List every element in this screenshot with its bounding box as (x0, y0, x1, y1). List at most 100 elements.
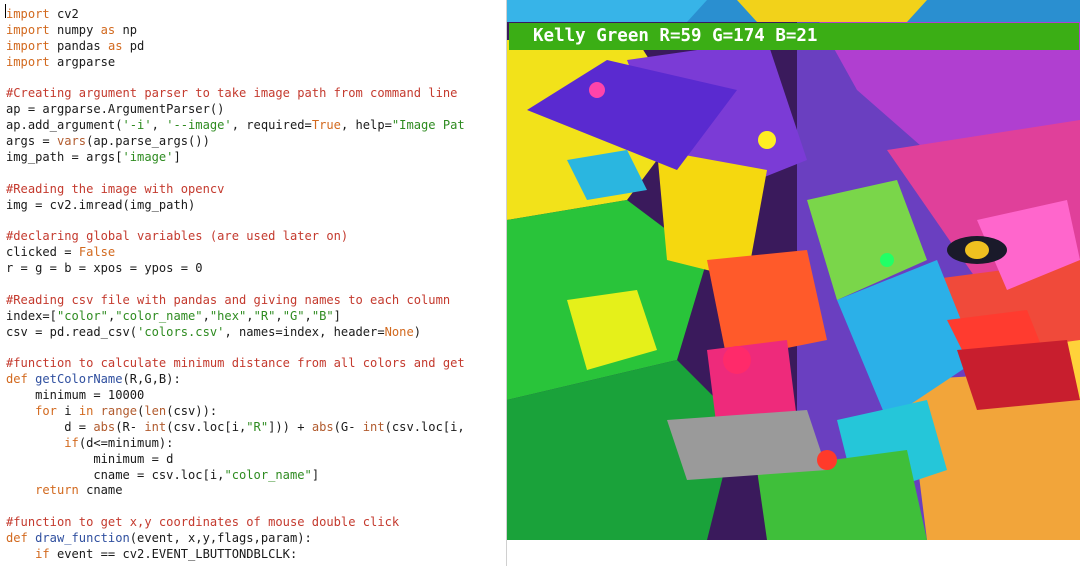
code-token: "hex" (209, 308, 247, 323)
code-line[interactable]: import argparse (6, 54, 115, 70)
code-line[interactable]: cname = csv.loc[i,"color_name"] (6, 467, 319, 483)
code-token: "B" (311, 308, 334, 323)
code-line[interactable]: img = cv2.imread(img_path) (6, 197, 195, 213)
code-token: abs (311, 419, 334, 434)
code-line[interactable]: #function to get x,y coordinates of mous… (6, 514, 399, 530)
code-token: clicked = (6, 245, 79, 260)
code-token: np (115, 22, 138, 37)
code-line[interactable]: #Reading the image with opencv (6, 181, 224, 197)
code-token: as (100, 22, 116, 37)
code-token: True (311, 118, 341, 133)
code-token: numpy (49, 22, 101, 37)
code-line[interactable]: d = abs(R- int(csv.loc[i,"R"])) + abs(G-… (6, 419, 465, 435)
code-token: ] (333, 308, 341, 323)
code-token: len (144, 404, 167, 418)
code-token: as (107, 38, 123, 53)
code-token: #Reading csv file with pandas and giving… (6, 292, 451, 307)
code-line[interactable]: index=["color","color_name","hex","R","G… (6, 308, 341, 324)
code-line[interactable]: ap.add_argument('-i', '--image', require… (6, 117, 465, 133)
code-token: event == cv2.EVENT_LBUTTONDBLCLK: (49, 546, 298, 561)
code-token: return (35, 483, 79, 498)
code-line[interactable]: r = g = b = xpos = ypos = 0 (6, 260, 203, 276)
pop-art-lion-image (507, 0, 1080, 540)
code-token: , (246, 308, 254, 323)
code-token: def (6, 531, 28, 546)
code-token: #function to get x,y coordinates of mous… (6, 515, 400, 530)
code-token: , required= (231, 118, 312, 133)
code-token: ] (173, 149, 181, 164)
code-token: (d<=minimum): (78, 435, 174, 450)
code-line[interactable]: clicked = False (6, 244, 115, 260)
code-token: pd (122, 38, 145, 53)
code-token: '-i' (122, 118, 152, 133)
code-line[interactable]: img_path = args['image'] (6, 149, 181, 165)
code-token: getColorName (35, 372, 123, 387)
code-token: import (6, 54, 50, 69)
color-info-banner: Kelly Green R=59 G=174 B=21 (509, 23, 1079, 50)
code-token: cname = csv.loc[i, (6, 467, 225, 482)
color-info-text: Kelly Green R=59 G=174 B=21 (533, 26, 818, 46)
code-line[interactable]: import cv2 (6, 6, 79, 22)
code-token: ap = argparse.ArgumentParser() (6, 102, 225, 117)
code-token: (R- (115, 419, 145, 434)
code-token: "G" (282, 308, 305, 323)
code-token: import (6, 22, 50, 37)
code-token: (csv)): (166, 404, 218, 418)
code-token: (ap.parse_args()) (86, 134, 210, 149)
code-line[interactable]: if event == cv2.EVENT_LBUTTONDBLCLK: (6, 546, 297, 562)
code-token: r = g = b = xpos = ypos = 0 (6, 261, 203, 276)
code-line[interactable]: args = vars(ap.parse_args()) (6, 133, 210, 149)
code-token: in (78, 404, 94, 418)
code-token: False (78, 245, 116, 260)
code-line[interactable]: import numpy as np (6, 22, 137, 38)
code-line[interactable]: minimum = d (6, 451, 173, 467)
code-line[interactable]: minimum = 10000 (6, 387, 144, 403)
code-token: minimum = d (6, 451, 174, 466)
code-line[interactable]: def draw_function(event, x,y,flags,param… (6, 530, 312, 546)
code-token: (G- (333, 419, 363, 434)
code-token: ap.add_argument( (6, 118, 123, 133)
code-token: pandas (49, 38, 108, 53)
code-token: , (151, 118, 167, 133)
code-token: (event, x,y,flags,param): (129, 531, 312, 546)
code-token: argparse (49, 54, 116, 69)
code-token: , names=index, header= (224, 324, 385, 339)
code-token: '--image' (166, 118, 232, 133)
code-token: import (6, 7, 50, 21)
code-line[interactable]: csv = pd.read_csv('colors.csv', names=in… (6, 324, 421, 340)
code-token: cv2 (49, 7, 79, 21)
code-token: , (275, 308, 283, 323)
code-line[interactable]: #function to calculate minimum distance … (6, 355, 465, 371)
code-token: ] (311, 467, 320, 482)
code-token: "Image Pat (391, 118, 465, 133)
code-token: 'colors.csv' (137, 324, 225, 339)
code-line[interactable]: if(d<=minimum): (6, 435, 173, 451)
code-token: 'image' (122, 149, 174, 164)
code-token: "color_name" (224, 467, 312, 482)
code-token: abs (93, 419, 116, 434)
code-line[interactable]: ap = argparse.ArgumentParser() (6, 101, 224, 117)
code-token: #declaring global variables (are used la… (6, 229, 349, 244)
code-line[interactable]: #Creating argument parser to take image … (6, 85, 457, 101)
code-token: range (100, 404, 138, 418)
code-token: int (362, 419, 385, 434)
code-token: , (304, 308, 312, 323)
code-token: "color" (56, 308, 108, 323)
code-token: img = cv2.imread(img_path) (6, 197, 196, 212)
code-line[interactable]: #declaring global variables (are used la… (6, 228, 348, 244)
code-token: cname (78, 483, 123, 498)
code-line[interactable]: #Reading csv file with pandas and giving… (6, 292, 450, 308)
image-viewer[interactable] (507, 0, 1080, 540)
code-line[interactable]: def getColorName(R,G,B): (6, 371, 181, 387)
code-editor[interactable]: import cv2 import numpy as np import panda… (0, 0, 507, 566)
code-line[interactable]: import pandas as pd (6, 38, 144, 54)
code-token: if (35, 546, 50, 561)
code-token: , help= (340, 118, 392, 133)
code-token: (csv.loc[i, (384, 419, 465, 434)
code-line[interactable]: return cname (6, 482, 123, 498)
code-line[interactable]: for i in range(len(csv)): (6, 403, 217, 419)
